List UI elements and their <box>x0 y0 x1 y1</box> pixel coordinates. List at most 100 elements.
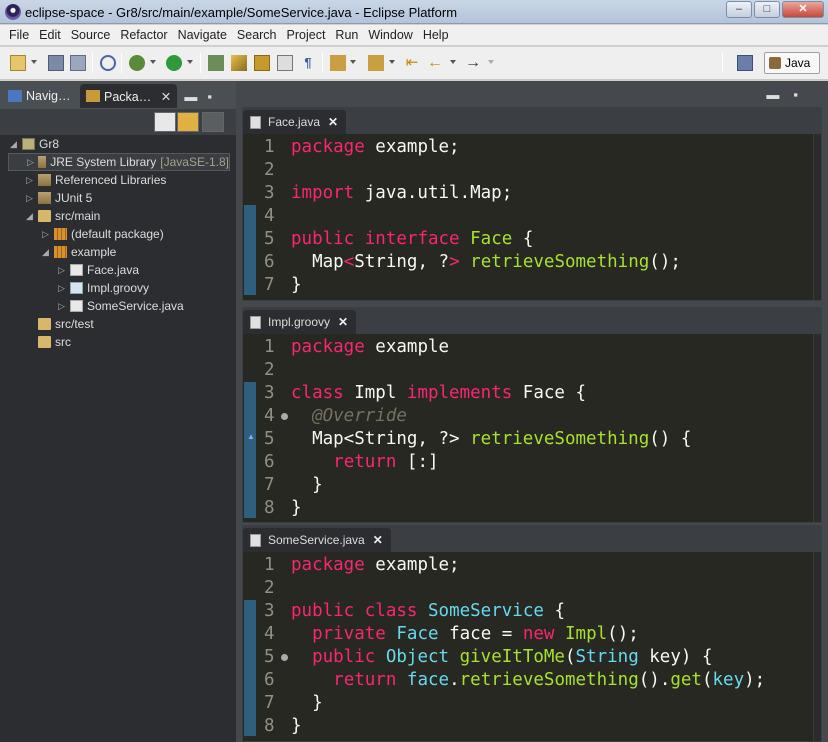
previous-annotation-icon[interactable] <box>368 55 384 71</box>
menu-file[interactable]: File <box>4 25 34 45</box>
next-annotation-dropdown-icon[interactable] <box>350 60 356 64</box>
expand-twisty-icon[interactable]: ▷ <box>26 175 34 186</box>
tree-item[interactable]: src <box>26 333 71 351</box>
debug-icon[interactable] <box>129 55 145 71</box>
close-button[interactable]: ✕ <box>782 1 824 18</box>
run-dropdown-icon[interactable] <box>187 60 193 64</box>
expand-twisty-icon[interactable]: ▷ <box>58 301 66 312</box>
tree-item[interactable]: ◢ Gr8 <box>10 135 59 153</box>
close-tab-icon[interactable]: ✕ <box>338 315 348 329</box>
new-wizard-icon[interactable] <box>10 55 26 71</box>
expand-twisty-icon[interactable]: ◢ <box>10 139 18 150</box>
overview-ruler[interactable] <box>813 134 821 300</box>
editor-tab-bar: SomeService.java ✕ <box>243 526 821 552</box>
overview-ruler[interactable] <box>813 334 821 522</box>
editor-tab[interactable]: SomeService.java ✕ <box>243 528 391 552</box>
search-icon[interactable] <box>277 55 293 71</box>
editor-minimize-maximize-icons[interactable]: ▬▪ <box>766 87 812 102</box>
maximize-button[interactable]: □ <box>754 1 780 18</box>
tree-item[interactable]: ▷ SomeService.java <box>58 297 184 315</box>
tree-item[interactable]: src/test <box>26 315 94 333</box>
navigator-icon <box>8 90 22 102</box>
back-dropdown-icon[interactable] <box>450 60 456 64</box>
next-annotation-icon[interactable] <box>330 55 346 71</box>
new-dropdown-icon[interactable] <box>31 60 37 64</box>
close-icon[interactable]: ✕ <box>161 90 171 104</box>
minimize-maximize-icons[interactable]: ▬▪ <box>184 89 222 104</box>
expand-twisty-icon[interactable]: ▷ <box>42 229 50 240</box>
fold-marker-icon[interactable] <box>281 654 288 661</box>
open-perspective-icon[interactable] <box>737 55 753 71</box>
collapse-all-icon[interactable] <box>154 112 176 132</box>
tree-item[interactable]: ◢ example <box>42 243 116 261</box>
run-icon[interactable] <box>166 55 182 71</box>
menu-help[interactable]: Help <box>418 25 454 45</box>
editor-tab-label: Face.java <box>268 115 321 129</box>
view-menu-icon[interactable] <box>202 112 224 132</box>
back-icon[interactable]: ← <box>427 55 443 71</box>
expand-twisty-icon[interactable]: ▷ <box>58 283 66 294</box>
menu-edit[interactable]: Edit <box>34 25 66 45</box>
code-area[interactable]: 1 package example 2 3 class Impl implements … <box>243 334 821 522</box>
expand-twisty-icon[interactable]: ◢ <box>42 247 50 258</box>
editor-tab[interactable]: Impl.groovy ✕ <box>243 310 357 334</box>
tree-item-label: (default package) <box>71 227 164 241</box>
tree-item[interactable]: ◢ src/main <box>26 207 100 225</box>
package-icon <box>54 228 67 240</box>
save-icon[interactable] <box>48 55 64 71</box>
previous-annotation-dropdown-icon[interactable] <box>389 60 395 64</box>
code-area[interactable]: 1 package example; 2 3 import java.util.Map;… <box>243 134 821 300</box>
code-line: 5 Map<String, ?> retrieveSomething() { <box>243 428 821 451</box>
code-editor[interactable]: Impl.groovy ✕ 1 package example 2 3 class Impl… <box>242 307 822 523</box>
expand-twisty-icon[interactable]: ▷ <box>27 157 34 168</box>
editor-tab-label: SomeService.java <box>268 533 365 547</box>
tree-item[interactable]: ▷ (default package) <box>42 225 164 243</box>
tab-navigator-label: Navig… <box>26 89 71 103</box>
menu-refactor[interactable]: Refactor <box>115 25 172 45</box>
skip-breakpoints-icon[interactable] <box>100 55 116 71</box>
fold-marker-icon[interactable] <box>281 413 288 420</box>
close-tab-icon[interactable]: ✕ <box>373 533 383 547</box>
tree-item[interactable]: ▷ Impl.groovy <box>58 279 149 297</box>
close-tab-icon[interactable]: ✕ <box>328 115 338 129</box>
tree-item[interactable]: ▷ JUnit 5 <box>26 189 92 207</box>
expand-twisty-icon[interactable]: ▷ <box>26 193 34 204</box>
eclipse-app-icon <box>5 4 21 20</box>
minimize-button[interactable]: – <box>726 1 752 18</box>
tree-item[interactable]: ▷ Referenced Libraries <box>26 171 166 189</box>
menu-navigate[interactable]: Navigate <box>173 25 232 45</box>
open-type-icon[interactable] <box>254 55 270 71</box>
menu-search[interactable]: Search <box>232 25 282 45</box>
menu-source[interactable]: Source <box>66 25 116 45</box>
code-editor[interactable]: SomeService.java ✕ 1 package example; 2 3 publ… <box>242 525 822 742</box>
menu-window[interactable]: Window <box>363 25 417 45</box>
code-editor[interactable]: Face.java ✕ 1 package example; 2 3 import java… <box>242 107 822 301</box>
menu-project[interactable]: Project <box>282 25 331 45</box>
link-with-editor-icon[interactable] <box>177 112 199 132</box>
tab-package-explorer[interactable]: Packa… ✕ <box>80 84 178 108</box>
tab-navigator[interactable]: Navig… <box>2 84 76 108</box>
expand-twisty-icon[interactable]: ▷ <box>58 265 66 276</box>
save-all-icon[interactable] <box>70 55 86 71</box>
overview-ruler[interactable] <box>813 552 821 741</box>
java-perspective-button[interactable]: Java <box>764 52 820 74</box>
editor-tab-label: Impl.groovy <box>268 315 331 329</box>
menu-run[interactable]: Run <box>330 25 363 45</box>
override-marker-icon: ▲ <box>247 432 255 441</box>
new-java-class-icon[interactable] <box>231 55 247 71</box>
tree-item[interactable]: ▷ Face.java <box>58 261 139 279</box>
show-whitespace-icon[interactable]: ¶ <box>300 55 316 71</box>
external-tools-icon[interactable] <box>208 55 224 71</box>
forward-dropdown-icon[interactable] <box>488 60 494 64</box>
forward-icon[interactable]: → <box>465 55 481 71</box>
code-area[interactable]: 1 package example; 2 3 public class SomeServ… <box>243 552 821 741</box>
code-text: public interface Face { <box>291 229 534 249</box>
debug-dropdown-icon[interactable] <box>150 60 156 64</box>
editor-tab-bar: Impl.groovy ✕ <box>243 308 821 334</box>
expand-twisty-icon[interactable]: ◢ <box>26 211 34 222</box>
code-text: class Impl implements Face { <box>291 383 587 403</box>
editor-tab[interactable]: Face.java ✕ <box>243 110 347 134</box>
code-text: @Override <box>312 406 407 426</box>
tree-item[interactable]: ▷ JRE System Library [JavaSE-1.8] <box>8 153 230 171</box>
last-edit-icon[interactable]: ⇤ <box>404 55 420 71</box>
